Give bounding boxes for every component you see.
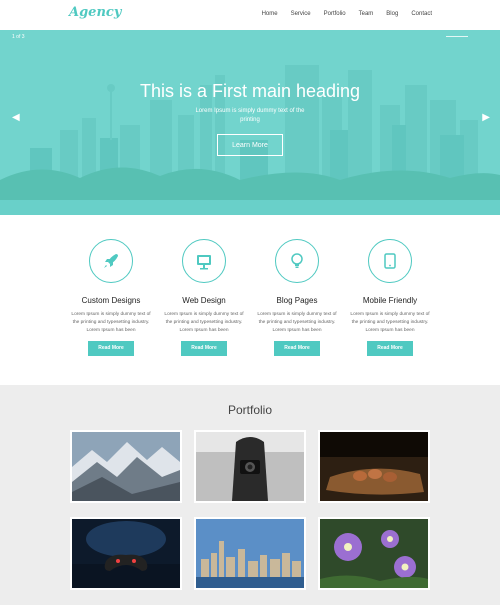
nav-team[interactable]: Team — [359, 11, 374, 17]
hero-subtitle: Lorem Ipsum is simply dummy text of the … — [195, 108, 305, 123]
slide-counter: 1 of 3 — [12, 34, 25, 40]
portfolio-item-nuts[interactable] — [318, 430, 430, 503]
hero-slider: 1 of 3 ◀ ▶ This is a First main heading … — [0, 30, 500, 215]
nav-home[interactable]: Home — [262, 11, 278, 17]
logo[interactable]: Agency — [69, 5, 121, 20]
portfolio-section: Portfolio — [0, 385, 500, 605]
portfolio-item-mountains[interactable] — [70, 430, 182, 503]
slide-indicator — [446, 36, 468, 37]
service-text: Lorem Ipsum is simply dummy text of the … — [350, 312, 430, 333]
service-mobile-friendly: Mobile Friendly Lorem Ipsum is simply du… — [350, 239, 430, 356]
read-more-button[interactable]: Read More — [181, 341, 227, 356]
lightbulb-icon — [275, 239, 319, 283]
read-more-button[interactable]: Read More — [274, 341, 320, 356]
learn-more-button[interactable]: Learn More — [217, 134, 283, 156]
service-blog-pages: Blog Pages Lorem Ipsum is simply dummy t… — [257, 239, 337, 356]
service-title: Custom Designs — [81, 296, 141, 305]
hero-title: This is a First main heading — [139, 81, 361, 101]
chevron-left-icon[interactable]: ◀ — [12, 112, 20, 123]
service-title: Mobile Friendly — [362, 296, 418, 305]
service-custom-designs: Custom Designs Lorem Ipsum is simply dum… — [71, 239, 151, 356]
portfolio-title: Portfolio — [227, 403, 273, 417]
read-more-button[interactable]: Read More — [88, 341, 134, 356]
rocket-icon — [89, 239, 133, 283]
portfolio-item-gamepad[interactable] — [70, 517, 182, 590]
portfolio-item-purple-flowers[interactable] — [318, 517, 430, 590]
service-text: Lorem Ipsum is simply dummy text of the … — [257, 312, 337, 333]
monitor-icon — [182, 239, 226, 283]
service-web-design: Web Design Lorem Ipsum is simply dummy t… — [164, 239, 244, 356]
service-title: Web Design — [182, 296, 226, 305]
nav-contact[interactable]: Contact — [411, 11, 432, 17]
read-more-button[interactable]: Read More — [367, 341, 413, 356]
tablet-icon — [368, 239, 412, 283]
portfolio-item-city-skyline[interactable] — [194, 517, 306, 590]
service-text: Lorem Ipsum is simply dummy text of the … — [164, 312, 244, 333]
service-title: Blog Pages — [276, 296, 318, 305]
portfolio-item-camera[interactable] — [194, 430, 306, 503]
nav-portfolio[interactable]: Portfolio — [324, 11, 346, 17]
nav-blog[interactable]: Blog — [386, 11, 398, 17]
service-text: Lorem Ipsum is simply dummy text of the … — [71, 312, 151, 333]
services-section: Custom Designs Lorem Ipsum is simply dum… — [0, 215, 500, 385]
main-nav: Home Service Portfolio Team Blog Contact — [249, 11, 432, 17]
nav-service[interactable]: Service — [291, 11, 311, 17]
chevron-right-icon[interactable]: ▶ — [482, 112, 490, 123]
header: Agency Home Service Portfolio Team Blog … — [0, 0, 500, 30]
